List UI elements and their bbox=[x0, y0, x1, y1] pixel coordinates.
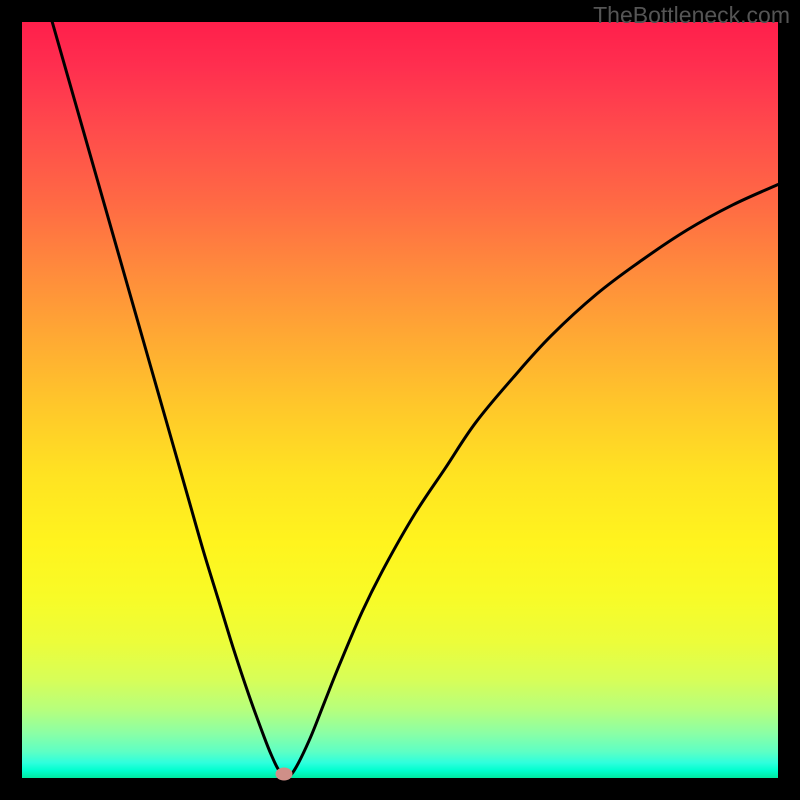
bottleneck-curve bbox=[22, 22, 778, 778]
chart-frame: TheBottleneck.com bbox=[0, 0, 800, 800]
plot-area bbox=[22, 22, 778, 778]
watermark-text: TheBottleneck.com bbox=[593, 2, 790, 29]
optimum-marker bbox=[275, 768, 292, 781]
